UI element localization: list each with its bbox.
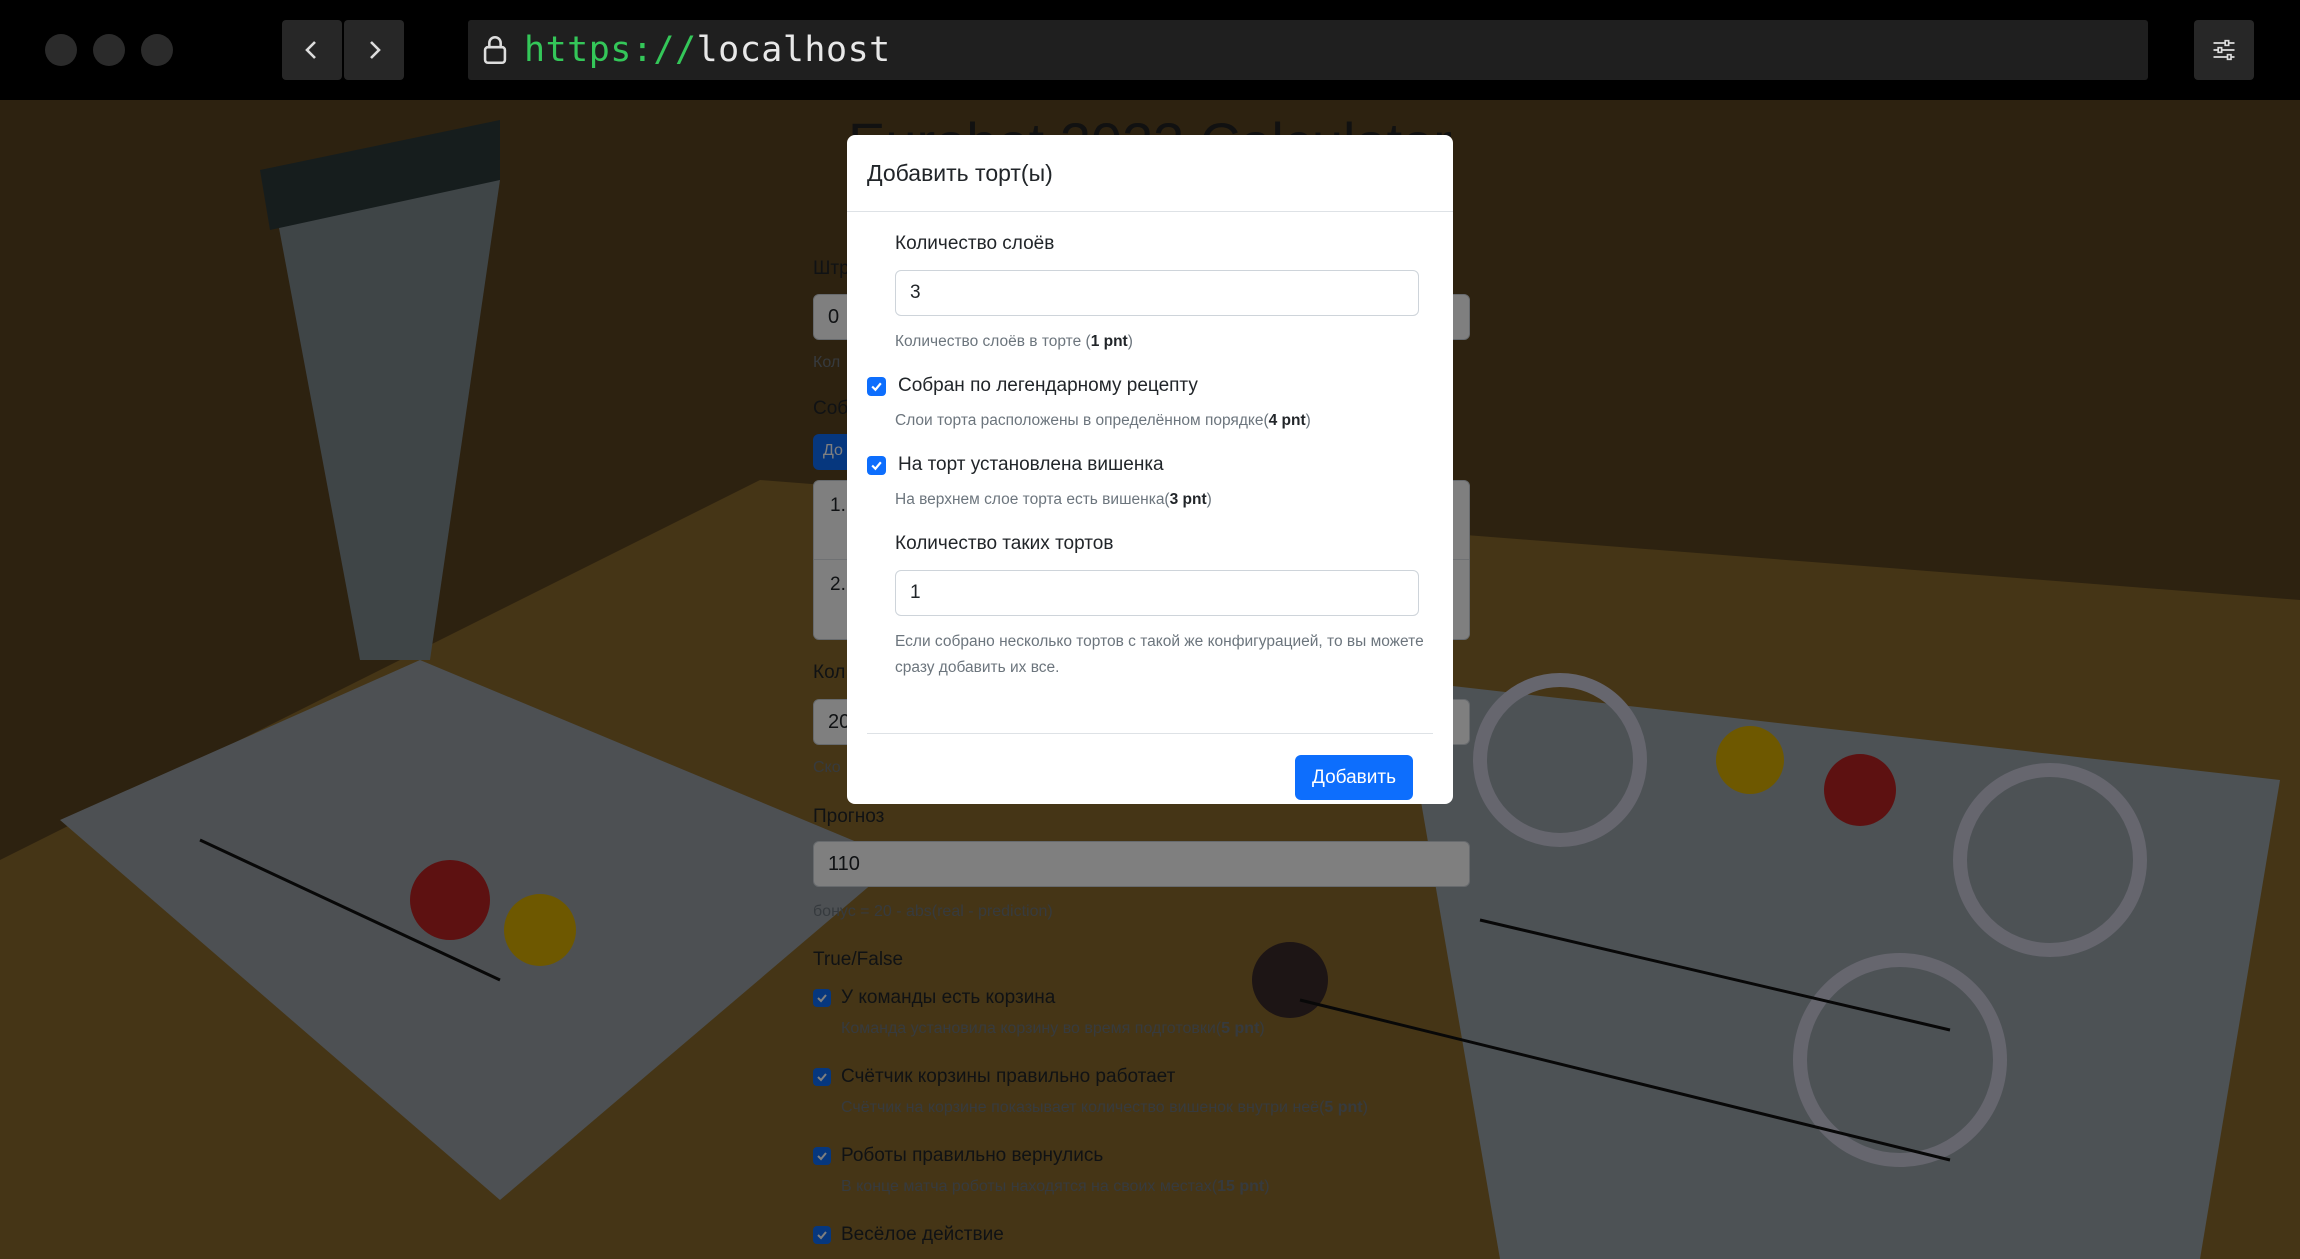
window-minimize-dot[interactable] xyxy=(93,34,125,66)
add-cake-modal: Добавить торт(ы) Количество слоёв 3 Коли… xyxy=(847,135,1453,804)
cherry-check[interactable]: На торт установлена вишенка xyxy=(867,454,1164,476)
sliders-icon xyxy=(2213,39,2235,61)
cherry-label: На торт установлена вишенка xyxy=(898,454,1164,475)
browser-toolbar: https://localhost xyxy=(0,0,2300,100)
layers-label: Количество слоёв xyxy=(895,233,1055,254)
add-button[interactable]: Добавить xyxy=(1295,755,1413,800)
forward-button[interactable] xyxy=(344,20,404,80)
checkbox-checked[interactable] xyxy=(867,376,886,396)
address-bar[interactable]: https://localhost xyxy=(468,20,2148,80)
settings-button[interactable] xyxy=(2194,20,2254,80)
modal-title: Добавить торт(ы) xyxy=(867,159,1053,186)
modal-header: Добавить торт(ы) xyxy=(847,135,1453,212)
url-text: https://localhost xyxy=(524,30,891,70)
chevron-right-icon xyxy=(370,41,381,59)
layers-help: Количество слоёв в торте (1 pnt) xyxy=(895,333,1133,350)
cherry-help: На верхнем слое торта есть вишенка(3 pnt… xyxy=(895,491,1212,508)
window-maximize-dot[interactable] xyxy=(141,34,173,66)
window-close-dot[interactable] xyxy=(45,34,77,66)
check-icon xyxy=(871,461,882,470)
legendary-recipe-check[interactable]: Собран по легендарному рецепту xyxy=(867,375,1198,397)
cake-count-help: Если собрано несколько тортов с такой же… xyxy=(895,633,1424,676)
chevron-left-icon xyxy=(305,41,316,59)
check-icon xyxy=(871,382,882,391)
layers-input[interactable]: 3 xyxy=(895,270,1419,316)
legendary-recipe-label: Собран по легендарному рецепту xyxy=(898,375,1198,396)
cake-count-input[interactable]: 1 xyxy=(895,570,1419,616)
legendary-recipe-help: Слои торта расположены в определённом по… xyxy=(895,412,1311,429)
back-button[interactable] xyxy=(282,20,342,80)
modal-footer-divider xyxy=(867,733,1433,734)
lock-icon xyxy=(483,36,507,65)
page-viewport: Eurobot 2023 Calculator Штр 0 Кол Соб До… xyxy=(0,100,2300,1259)
cake-count-label: Количество таких тортов xyxy=(895,533,1114,554)
checkbox-checked[interactable] xyxy=(867,455,886,475)
